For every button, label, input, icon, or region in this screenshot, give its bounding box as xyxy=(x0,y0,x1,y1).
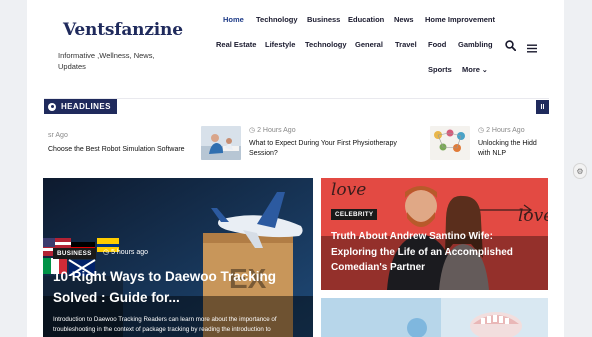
site-tagline: Informative ,Wellness, News, Updates xyxy=(58,51,155,71)
card-time: ◷ 5 hours ago xyxy=(103,248,148,256)
headlines-ticker: HEADLINES II sr Ago Choose the Best Robo… xyxy=(44,98,549,166)
nav-item-business[interactable]: Business xyxy=(307,15,340,24)
ticker-item-time: ◷ 2 Hours Ago xyxy=(249,126,296,134)
category-badge[interactable]: BUSINESS xyxy=(53,248,96,259)
featured-card-business[interactable]: EX BUSINESS ◷ 5 hours ago 10 Right Ways … xyxy=(43,178,313,337)
card-time-value: 5 hours ago xyxy=(111,249,149,256)
scroll-settings-icon[interactable]: ⚙ xyxy=(573,163,587,179)
nav-item-sports[interactable]: Sports xyxy=(428,65,452,74)
nav-item-more-label: More xyxy=(462,65,480,74)
site-header: Ventsfanzine Informative ,Wellness, News… xyxy=(27,0,564,90)
ticker-item-title[interactable]: Choose the Best Robot Simulation Softwar… xyxy=(48,145,193,155)
category-badge[interactable]: CELEBRITY xyxy=(331,209,378,220)
headlines-badge: HEADLINES xyxy=(44,99,117,114)
nav-item-home[interactable]: Home xyxy=(223,15,244,24)
ticker-item-time: sr Ago xyxy=(48,132,68,139)
side-card-image-text: love xyxy=(518,206,548,226)
hamburger-menu-icon[interactable] xyxy=(527,40,537,58)
nav-item-lifestyle[interactable]: Lifestyle xyxy=(265,40,295,49)
bottom-card[interactable] xyxy=(321,298,548,337)
ticker-item-thumbnail[interactable] xyxy=(201,126,241,160)
nav-item-technology[interactable]: Technology xyxy=(256,15,298,24)
ticker-item-time-value: 2 Hours Ago xyxy=(257,127,296,134)
side-card-celebrity[interactable]: love love CELEBRITY Truth About Andrew S… xyxy=(321,178,548,290)
clock-icon: ◷ xyxy=(103,249,110,256)
nav-item-more[interactable]: More ⌄ xyxy=(462,65,488,74)
search-icon[interactable] xyxy=(505,38,517,56)
card-title[interactable]: 10 Right Ways to Daewoo Tracking Solved … xyxy=(53,266,303,308)
nav-item-home-improvement[interactable]: Home Improvement xyxy=(425,15,495,24)
site-logo[interactable]: Ventsfanzine xyxy=(63,20,183,40)
pause-button[interactable]: II xyxy=(536,100,549,114)
nav-item-real-estate[interactable]: Real Estate xyxy=(216,40,256,49)
clock-icon: ◷ xyxy=(478,127,485,134)
chevron-down-icon: ⌄ xyxy=(481,67,488,74)
ticker-item-title[interactable]: Unlocking the Hidd with NLP xyxy=(478,139,544,159)
nav-item-news[interactable]: News xyxy=(394,15,414,24)
nav-item-gambling[interactable]: Gambling xyxy=(458,40,493,49)
nav-item-food[interactable]: Food xyxy=(428,40,446,49)
bottom-card-image xyxy=(321,298,548,337)
side-card-image-text: love xyxy=(331,180,367,200)
card-title[interactable]: Truth About Andrew Santino Wife: Explori… xyxy=(331,229,541,276)
nav-item-general[interactable]: General xyxy=(355,40,383,49)
ticker-item-thumbnail[interactable] xyxy=(430,126,470,160)
record-icon xyxy=(48,102,56,111)
ticker-item-title[interactable]: What to Expect During Your First Physiot… xyxy=(249,139,421,159)
headlines-label: HEADLINES xyxy=(61,102,111,111)
clock-icon: ◷ xyxy=(249,127,256,134)
ticker-item-time-value: 2 Hours Ago xyxy=(486,127,525,134)
ticker-item-time: ◷ 2 Hours Ago xyxy=(478,126,525,134)
nav-item-travel[interactable]: Travel xyxy=(395,40,417,49)
card-excerpt: Introduction to Daewoo Tracking Readers … xyxy=(53,316,277,333)
nav-item-technology-2[interactable]: Technology xyxy=(305,40,347,49)
nav-item-education[interactable]: Education xyxy=(348,15,384,24)
page: Ventsfanzine Informative ,Wellness, News… xyxy=(27,0,564,337)
